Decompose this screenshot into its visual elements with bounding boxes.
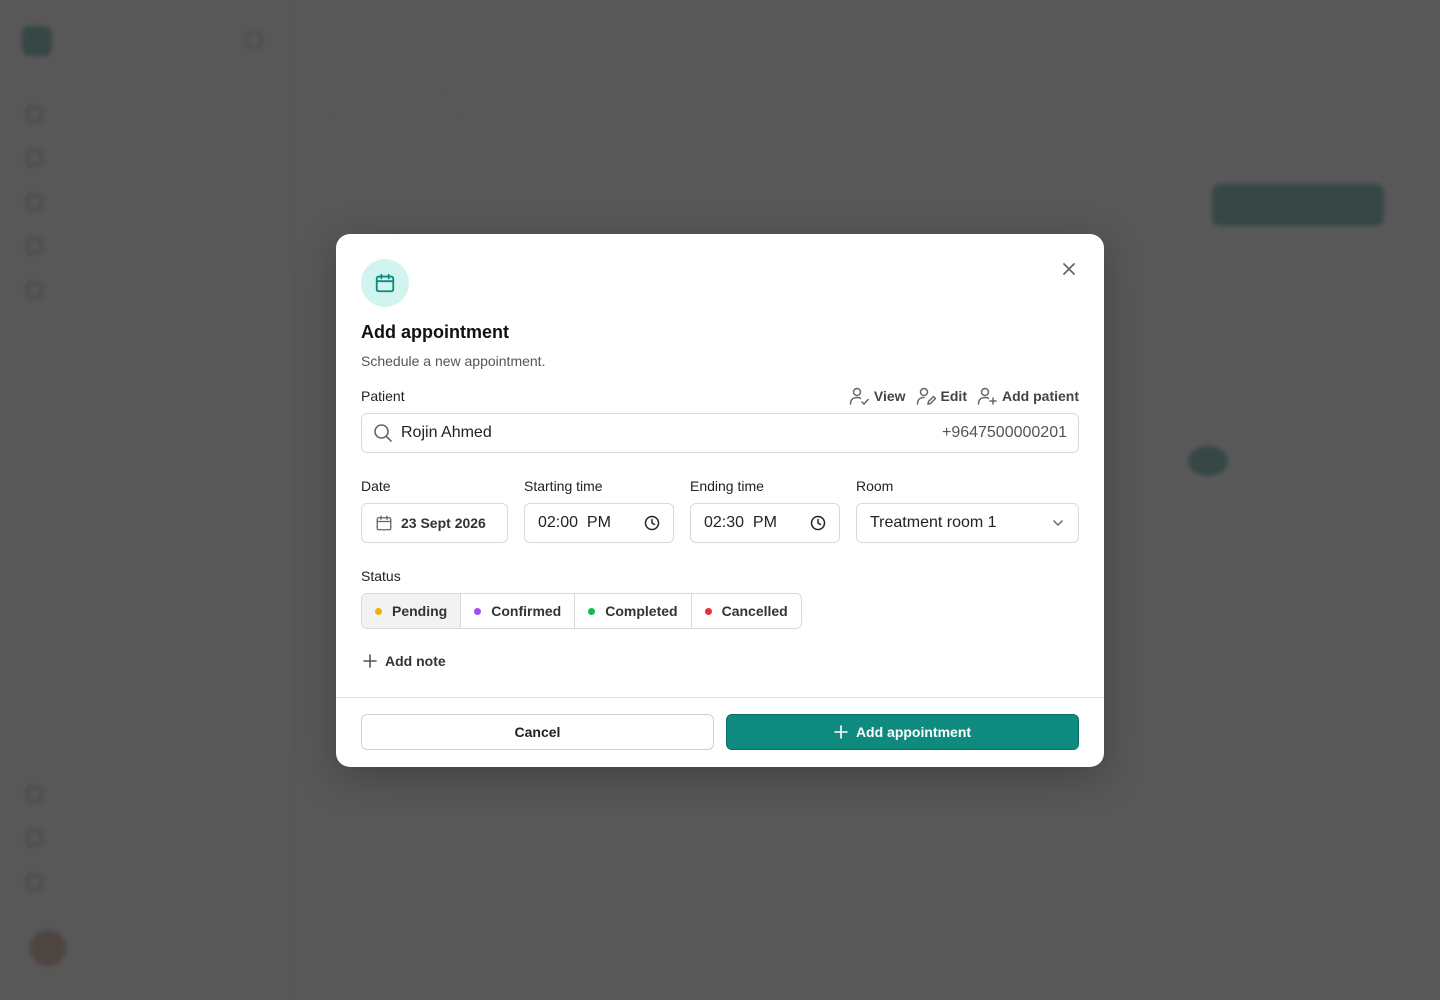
end-time-value: 02:30 PM <box>704 514 777 531</box>
add-patient-button[interactable]: Add patient <box>977 387 1079 405</box>
cancel-button-label: Cancel <box>514 724 561 740</box>
dialog-subtitle: Schedule a new appointment. <box>361 353 546 369</box>
view-patient-label: View <box>873 388 906 404</box>
room-select[interactable]: Treatment room 1 <box>856 503 1079 543</box>
user-edit-icon <box>916 387 936 405</box>
plus-icon <box>834 725 848 739</box>
view-patient-button[interactable]: View <box>849 387 906 405</box>
status-option-label: Pending <box>392 603 448 619</box>
status-option-confirmed[interactable]: Confirmed <box>461 594 576 628</box>
start-time-value: 02:00 PM <box>538 514 611 531</box>
date-label: Date <box>361 478 391 494</box>
add-appointment-button[interactable]: Add appointment <box>726 714 1079 750</box>
status-option-cancelled[interactable]: Cancelled <box>692 594 801 628</box>
add-appointment-button-label: Add appointment <box>855 724 972 740</box>
status-option-pending[interactable]: Pending <box>362 594 462 628</box>
status-option-label: Completed <box>605 603 678 619</box>
pending-dot-icon <box>375 607 382 615</box>
add-note-button[interactable]: Add note <box>363 653 446 669</box>
patient-name: Rojin Ahmed <box>401 424 492 441</box>
modal-icon-badge <box>361 259 409 307</box>
end-time-input[interactable]: 02:30 PM <box>690 503 840 543</box>
room-value: Treatment room 1 <box>870 514 997 531</box>
clock-icon <box>810 515 826 531</box>
dialog-title: Add appointment <box>361 322 509 342</box>
cancelled-dot-icon <box>704 607 712 615</box>
clock-icon <box>644 515 660 531</box>
patient-label: Patient <box>361 388 405 404</box>
start-time-label: Starting time <box>524 478 603 494</box>
status-option-completed[interactable]: Completed <box>575 594 692 628</box>
status-option-label: Cancelled <box>721 603 788 619</box>
chevron-down-icon <box>1053 520 1063 527</box>
close-icon <box>1063 263 1075 275</box>
status-label: Status <box>361 568 401 584</box>
completed-dot-icon <box>588 607 596 615</box>
confirmed-dot-icon <box>474 607 482 615</box>
start-time-input[interactable]: 02:00 PM <box>524 503 674 543</box>
date-picker[interactable]: 23 Sept 2026 <box>361 503 508 543</box>
add-note-label: Add note <box>385 653 446 669</box>
search-icon <box>374 424 392 442</box>
cancel-button[interactable]: Cancel <box>361 714 714 750</box>
status-option-label: Confirmed <box>491 603 562 619</box>
patient-actions: View Edit Add patient <box>849 387 1079 405</box>
patient-search-input[interactable]: Rojin Ahmed +9647500000201 <box>361 413 1079 453</box>
add-appointment-dialog: Add appointment Schedule a new appointme… <box>336 234 1104 767</box>
edit-patient-button[interactable]: Edit <box>916 387 967 405</box>
close-button[interactable] <box>1058 258 1080 280</box>
user-view-icon <box>849 387 869 405</box>
status-segmented-control: Pending Confirmed Completed Cancelled <box>361 593 802 629</box>
calendar-icon <box>375 273 395 293</box>
patient-phone: +9647500000201 <box>941 424 1067 441</box>
calendar-icon <box>376 515 392 531</box>
date-value: 23 Sept 2026 <box>401 515 486 531</box>
footer-divider <box>336 697 1104 698</box>
room-label: Room <box>856 478 894 494</box>
plus-icon <box>363 654 377 668</box>
edit-patient-label: Edit <box>940 388 967 404</box>
add-patient-label: Add patient <box>1002 388 1079 404</box>
end-time-label: Ending time <box>690 478 764 494</box>
user-add-icon <box>977 387 997 405</box>
